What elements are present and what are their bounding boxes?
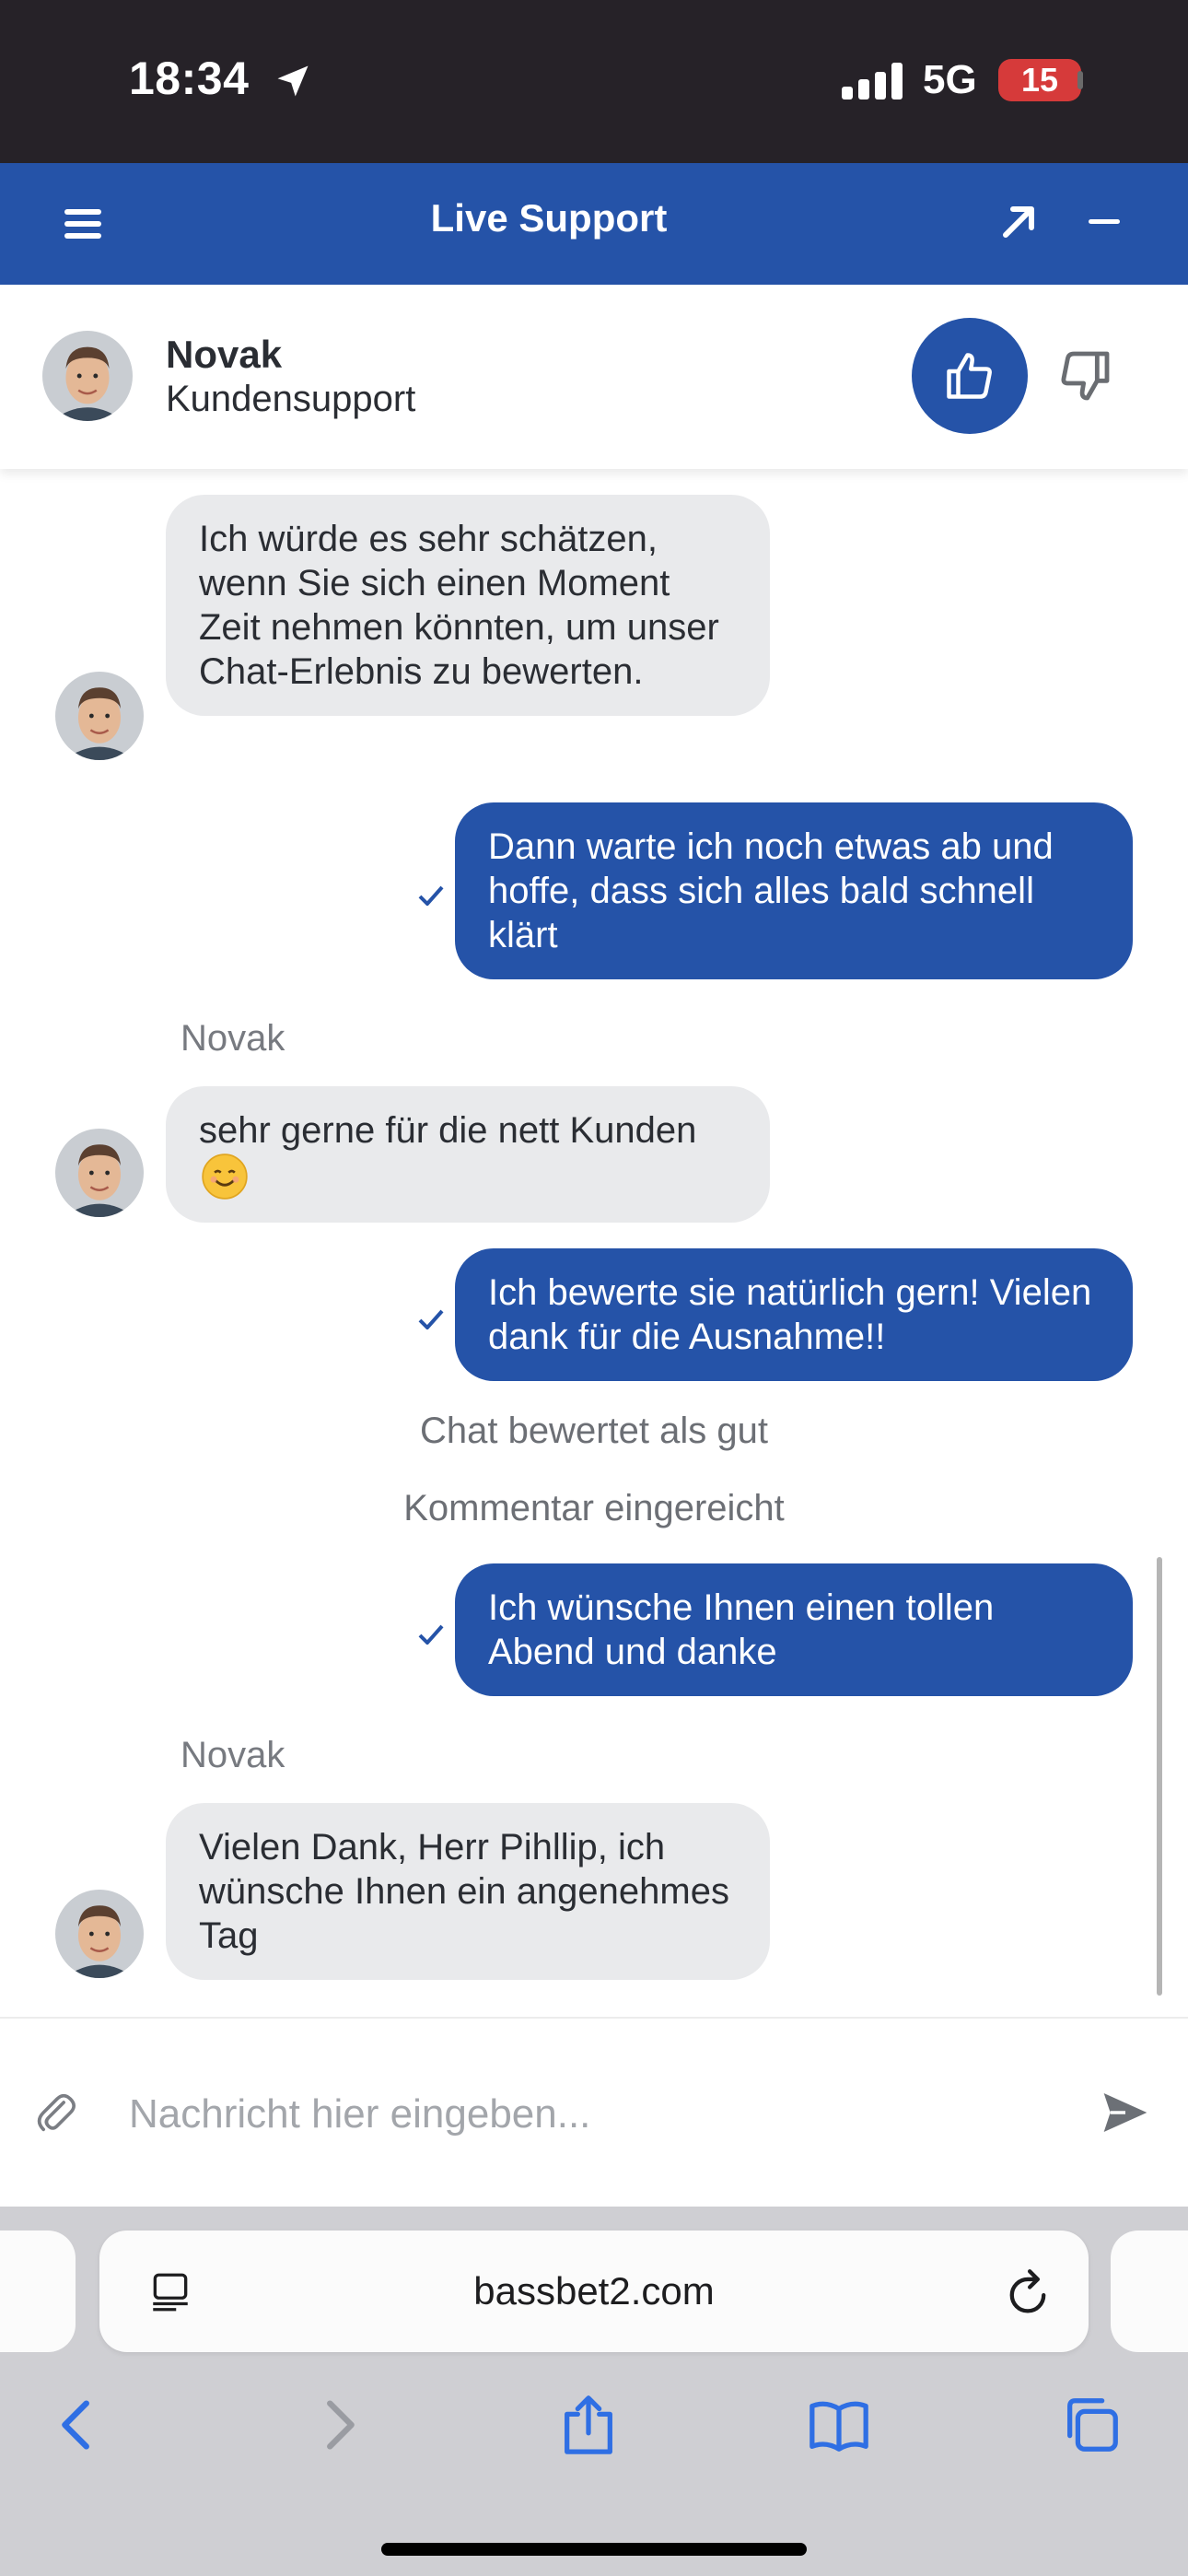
chat-scrollbar[interactable] [1157, 1557, 1162, 1996]
agent-name: Novak [166, 333, 283, 376]
incoming-message: Vielen Dank, Herr Pihllip, ich wünsche I… [166, 1803, 770, 1980]
outgoing-message: Dann warte ich noch etwas ab und hoffe, … [455, 802, 1133, 979]
delivered-check-icon [418, 885, 444, 906]
status-time: 18:34 [129, 53, 250, 104]
system-notice: Kommentar eingereicht [403, 1488, 785, 1528]
agent-avatar [42, 331, 133, 421]
forward-icon[interactable] [306, 2393, 370, 2457]
chat-messages[interactable]: Ich würde es sehr schätzen, wenn Sie sic… [0, 469, 1188, 2017]
battery-level: 15 [1020, 61, 1059, 99]
battery-tip [1077, 71, 1083, 89]
expand-arrow-icon[interactable] [1000, 204, 1037, 240]
share-icon[interactable] [556, 2393, 621, 2457]
next-tab-preview[interactable] [1111, 2231, 1188, 2352]
previous-tab-preview[interactable] [0, 2231, 76, 2352]
message-input[interactable] [129, 2078, 1050, 2151]
address-bar[interactable]: bassbet2.com [99, 2231, 1089, 2352]
home-indicator[interactable] [381, 2543, 807, 2556]
outgoing-message: Ich bewerte sie natürlich gern! Vielen d… [455, 1248, 1133, 1381]
reload-icon[interactable] [1004, 2267, 1052, 2319]
delivered-check-icon [418, 1624, 444, 1645]
minimize-icon[interactable] [1089, 218, 1120, 226]
sender-label: Novak [181, 1735, 285, 1775]
tabs-icon[interactable] [1059, 2393, 1124, 2457]
sender-label: Novak [181, 1018, 285, 1059]
cellular-signal-icon [842, 63, 903, 100]
delivered-check-icon [418, 1309, 444, 1329]
network-label: 5G [923, 57, 977, 102]
back-icon[interactable] [46, 2393, 111, 2457]
incoming-message: Ich würde es sehr schätzen, wenn Sie sic… [166, 495, 770, 716]
rate-good-button[interactable] [912, 318, 1028, 434]
bookmarks-icon[interactable] [807, 2393, 871, 2457]
chat-header: Live Support [0, 163, 1188, 285]
paperclip-icon[interactable] [35, 2087, 76, 2138]
send-icon[interactable] [1100, 2087, 1151, 2138]
header-title: Live Support [430, 196, 668, 240]
agent-bar: Novak Kundensupport [0, 285, 1188, 469]
incoming-message: sehr gerne für die nett Kunden [166, 1086, 770, 1223]
url-text: bassbet2.com [473, 2269, 715, 2313]
status-bar: 18:34 5G 15 [0, 0, 1188, 163]
thumbs-up-icon [947, 353, 992, 399]
agent-role: Kundensupport [166, 379, 416, 419]
agent-avatar [55, 1129, 144, 1217]
agent-avatar [55, 1890, 144, 1978]
system-notice: Chat bewertet als gut [420, 1411, 768, 1451]
smiling-face-emoji-icon [202, 1153, 248, 1200]
outgoing-message: Ich wünsche Ihnen einen tollen Abend und… [455, 1563, 1133, 1696]
thumbs-down-icon[interactable] [1055, 345, 1114, 406]
browser-toolbar: bassbet2.com [0, 2207, 1188, 2576]
location-arrow-icon [277, 65, 309, 97]
agent-avatar [55, 672, 144, 760]
message-text: sehr gerne für die nett Kunden [199, 1110, 697, 1151]
message-composer [0, 2017, 1188, 2207]
battery-icon: 15 [998, 59, 1081, 101]
